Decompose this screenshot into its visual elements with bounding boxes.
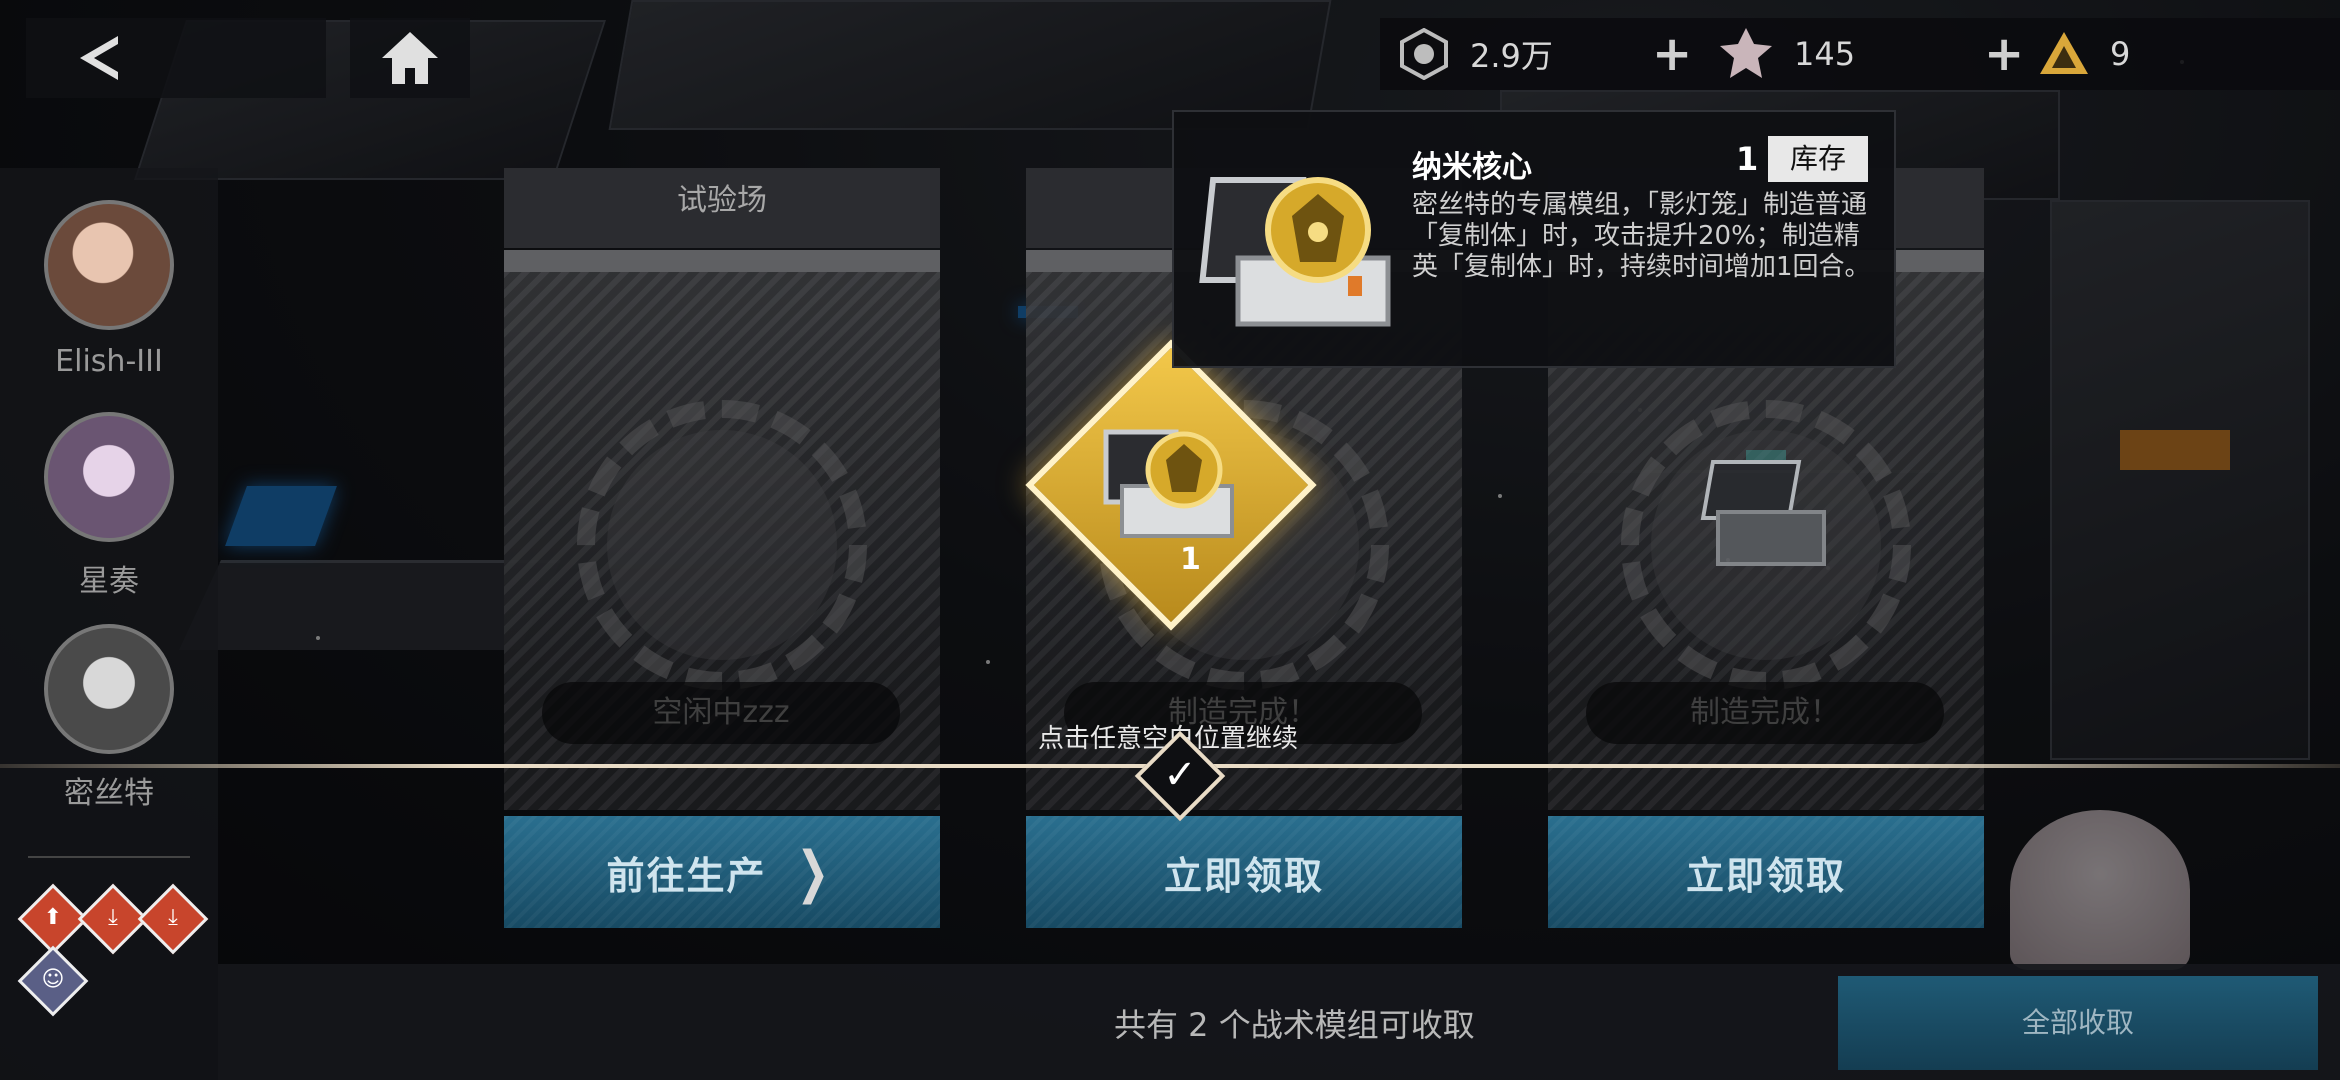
character-name: 星奏 <box>79 564 139 599</box>
card-body: 空闲中zzz <box>504 250 940 810</box>
claim-now-button[interactable]: 立即领取 <box>1026 816 1462 928</box>
claim-now-button[interactable]: 立即领取 <box>1548 816 1984 928</box>
character-name: Elish-III <box>55 344 163 379</box>
gear-shard-icon <box>1720 28 1772 78</box>
home-button[interactable] <box>350 18 470 98</box>
avatar <box>44 200 174 330</box>
module-box-icon <box>1696 450 1836 580</box>
divider <box>28 856 190 858</box>
chevron-left-icon <box>80 36 118 80</box>
avatar <box>44 412 174 542</box>
character-name: 密丝特 <box>64 776 154 811</box>
add-emblem-button[interactable]: + <box>1652 30 1692 78</box>
collectible-summary: 共有 2 个战术模组可收取 <box>1114 1006 1475 1044</box>
goto-production-button[interactable]: 前往生产 ❯ <box>504 816 940 928</box>
home-icon <box>382 32 438 84</box>
item-title: 纳米核心 <box>1412 150 1532 185</box>
triangle-crystal-icon <box>2040 32 2088 74</box>
resource-value: 9 <box>2110 35 2131 73</box>
resource-value: 2.9万 <box>1470 37 1553 75</box>
character-sidebar: Elish-III 星奏 密丝特 ⬆ ⤓ ⤓ ☺ <box>0 168 218 1080</box>
avatar <box>44 624 174 754</box>
nano-core-icon <box>1103 429 1234 538</box>
status-label: 空闲中zzz <box>542 682 900 744</box>
resource-emblem: 2.9万 <box>1398 18 1553 90</box>
resource-shard: 145 <box>1718 18 1855 90</box>
chevron-right-icon: ❯ <box>795 839 831 905</box>
status-label: 制造完成！ <box>1586 682 1944 744</box>
download-icon[interactable]: ⤓ <box>137 883 209 955</box>
production-card-1: 试验场 空闲中zzz 前往生产 ❯ <box>504 168 940 928</box>
item-quantity: 1 <box>1736 140 1759 178</box>
resource-value: 145 <box>1794 35 1856 73</box>
reward-count: 1 <box>1180 542 1201 577</box>
item-tooltip: 纳米核心 1 库存 密丝特的专属模组，「影灯笼」制造普通「复制体」时，攻击提升2… <box>1172 110 1896 368</box>
nano-core-icon <box>1199 177 1391 327</box>
action-label: 前往生产 <box>606 853 767 898</box>
resource-crystal: 9 <box>2038 18 2130 90</box>
character-face-icon[interactable]: ☺ <box>17 945 89 1017</box>
action-label: 立即领取 <box>1163 853 1324 898</box>
back-button[interactable] <box>26 18 326 98</box>
resource-bar: 2.9万 + 145 + 9 <box>1380 18 2340 90</box>
action-label: 立即领取 <box>1685 853 1846 898</box>
character-item[interactable]: Elish-III <box>0 200 218 379</box>
card-title: 试验场 <box>504 168 940 248</box>
checkmark-icon: ✓ <box>1163 752 1197 798</box>
emblem-icon <box>1400 28 1448 80</box>
character-item[interactable]: 密丝特 <box>0 624 218 812</box>
add-shard-button[interactable]: + <box>1984 30 2024 78</box>
item-description: 密丝特的专属模组，「影灯笼」制造普通「复制体」时，攻击提升20%；制造精英「复制… <box>1412 190 1871 282</box>
collect-all-button[interactable]: 全部收取 <box>1838 976 2318 1070</box>
stock-label: 库存 <box>1768 136 1868 182</box>
character-item[interactable]: 星奏 <box>0 412 218 600</box>
